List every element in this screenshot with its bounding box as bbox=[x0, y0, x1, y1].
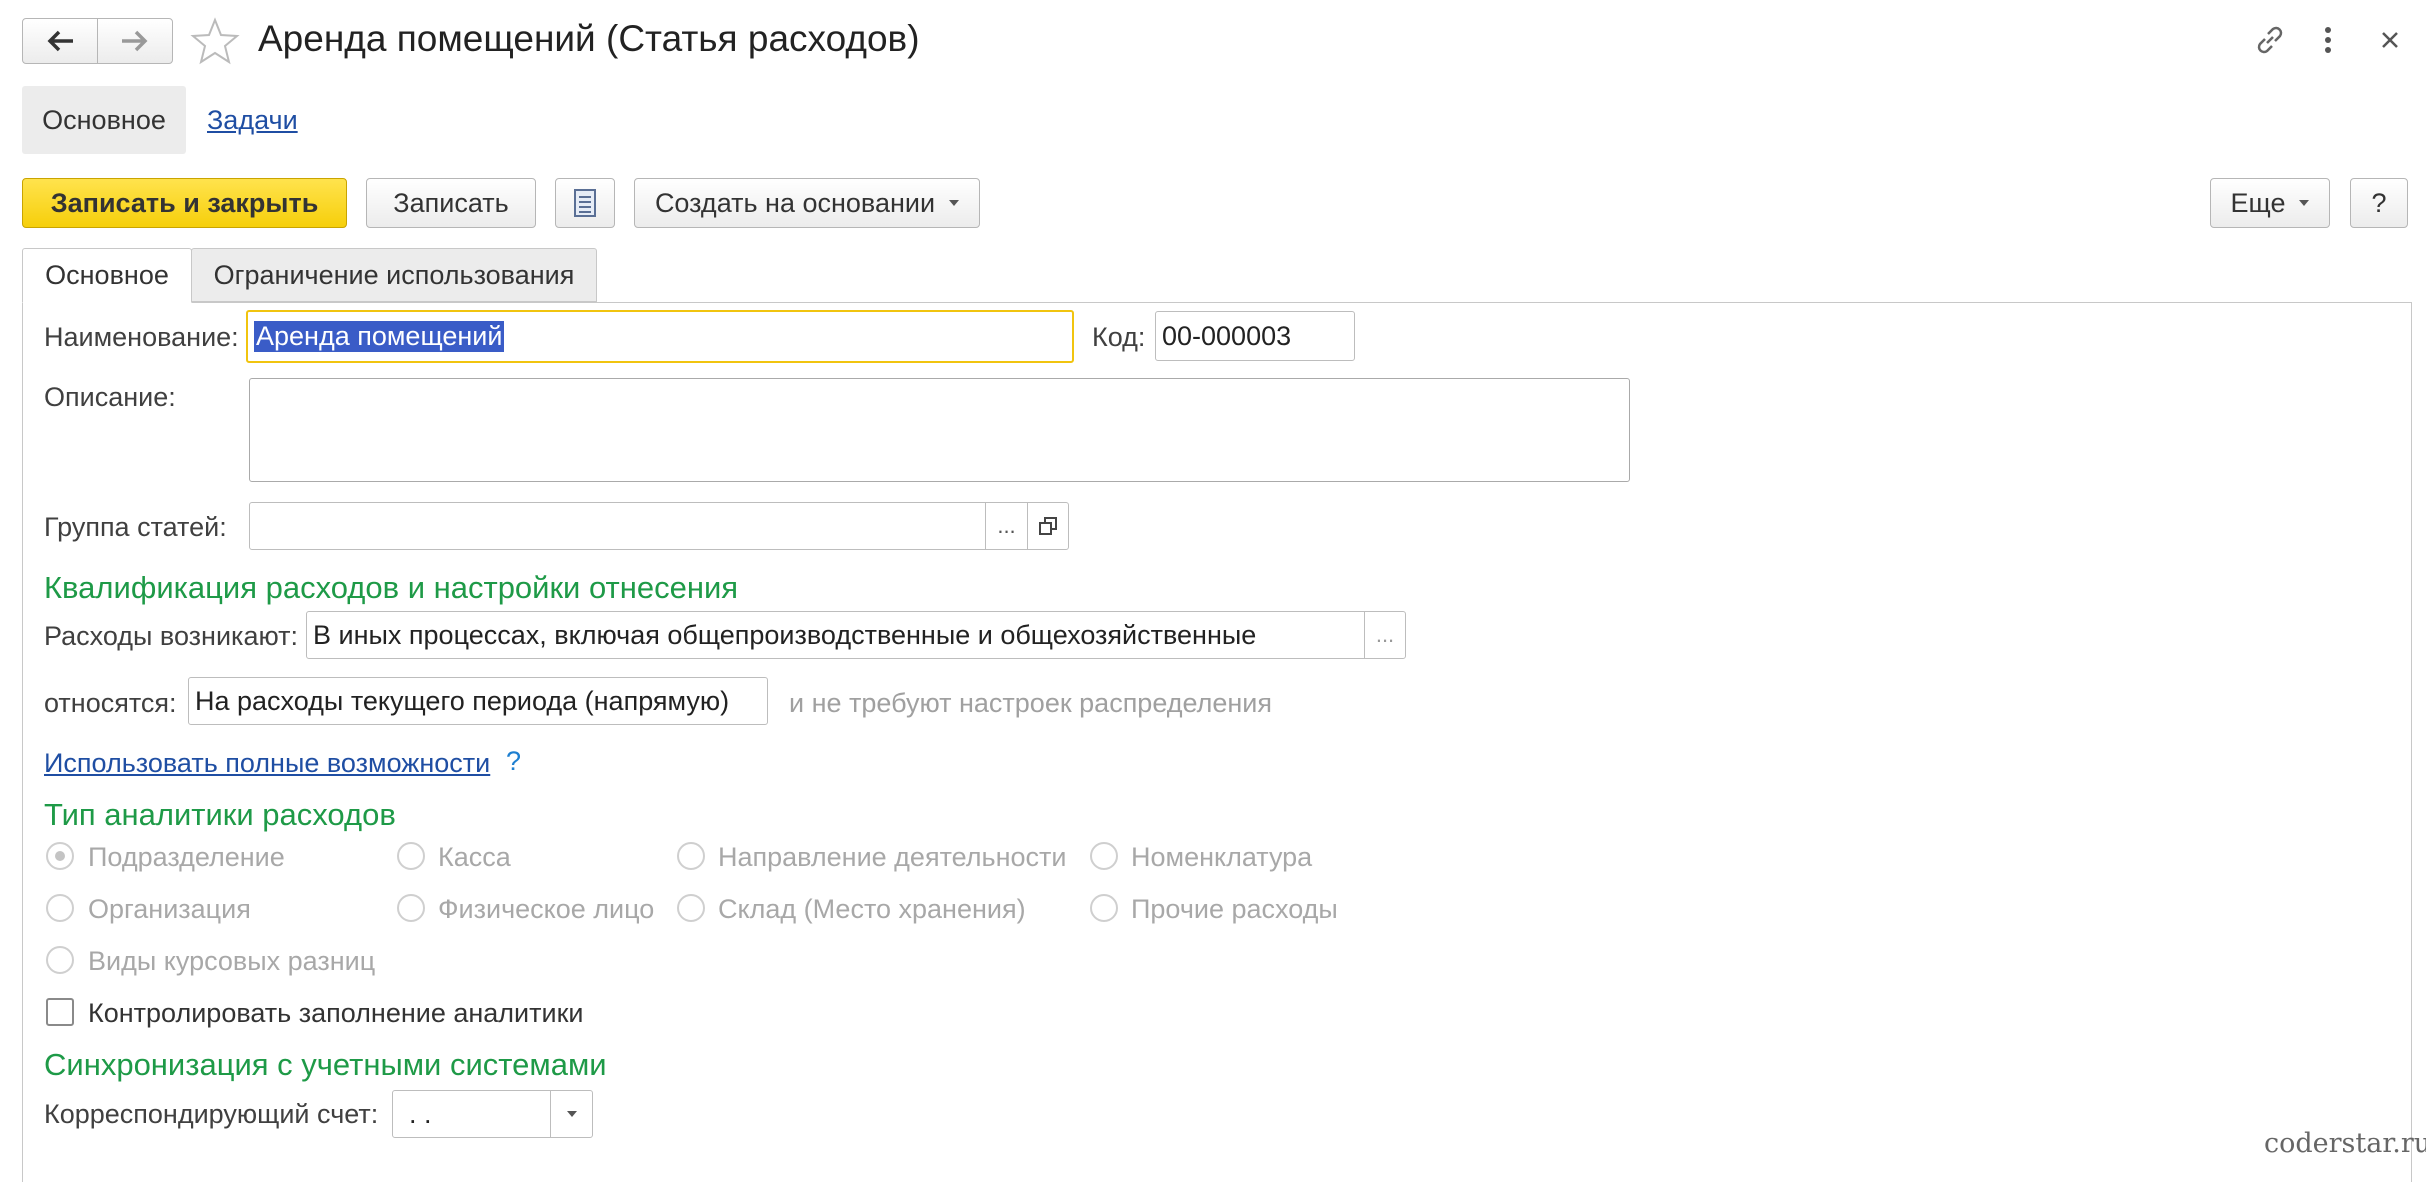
radio-cashbox[interactable] bbox=[397, 842, 425, 870]
description-textarea[interactable] bbox=[249, 378, 1630, 482]
radio-cashbox-label: Касса bbox=[438, 842, 511, 872]
document-list-button[interactable] bbox=[555, 178, 615, 228]
tab-restriction[interactable]: Ограничение использования bbox=[191, 248, 597, 302]
group-label: Группа статей: bbox=[44, 512, 227, 542]
name-value: Аренда помещений bbox=[254, 321, 505, 352]
nav-tab-main[interactable]: Основное bbox=[22, 86, 186, 154]
more-vertical-icon bbox=[2325, 27, 2331, 53]
close-icon bbox=[2382, 32, 2398, 48]
star-icon bbox=[190, 17, 240, 65]
save-and-close-button[interactable]: Записать и закрыть bbox=[22, 178, 347, 228]
radio-organization-label: Организация bbox=[88, 894, 251, 924]
create-based-on-button[interactable]: Создать на основании bbox=[634, 178, 980, 228]
radio-exchange-differences[interactable] bbox=[46, 946, 74, 974]
arise-select-button[interactable]: ... bbox=[1364, 612, 1405, 658]
code-label: Код: bbox=[1092, 322, 1146, 352]
favorite-star-button[interactable] bbox=[190, 16, 240, 66]
link-button[interactable] bbox=[2250, 20, 2290, 60]
radio-exchange-differences-label: Виды курсовых разниц bbox=[88, 946, 376, 976]
radio-department[interactable] bbox=[46, 842, 74, 870]
nav-tab-tasks[interactable]: Задачи bbox=[207, 105, 298, 136]
relate-note: и не требуют настроек распределения bbox=[789, 688, 1273, 718]
document-icon bbox=[574, 189, 596, 217]
close-button[interactable] bbox=[2372, 22, 2408, 58]
more-actions-button[interactable]: Еще bbox=[2210, 178, 2330, 228]
create-based-on-label: Создать на основании bbox=[654, 187, 936, 218]
help-button[interactable]: ? bbox=[2350, 178, 2408, 228]
group-input[interactable] bbox=[249, 502, 1069, 550]
radio-warehouse[interactable] bbox=[677, 894, 705, 922]
radio-organization[interactable] bbox=[46, 894, 74, 922]
radio-individual-label: Физическое лицо bbox=[438, 894, 655, 924]
radio-activity-direction[interactable] bbox=[677, 842, 705, 870]
radio-activity-direction-label: Направление деятельности bbox=[718, 842, 1067, 872]
link-icon bbox=[2257, 26, 2283, 54]
section-qualification-title: Квалификация расходов и настройки отнесе… bbox=[44, 570, 739, 605]
radio-department-label: Подразделение bbox=[88, 842, 285, 872]
section-sync-title: Синхронизация с учетными системами bbox=[44, 1047, 607, 1082]
back-button[interactable] bbox=[22, 18, 98, 64]
arrow-left-icon bbox=[47, 30, 73, 52]
arise-label: Расходы возникают: bbox=[44, 621, 298, 651]
radio-other-expenses[interactable] bbox=[1090, 894, 1118, 922]
control-analytics-checkbox[interactable] bbox=[46, 998, 74, 1026]
chevron-down-icon bbox=[949, 200, 960, 206]
radio-nomenclature-label: Номенклатура bbox=[1131, 842, 1313, 872]
relate-label: относятся: bbox=[44, 688, 177, 718]
radio-other-expenses-label: Прочие расходы bbox=[1131, 894, 1338, 924]
watermark: coderstar.ru bbox=[2264, 1128, 2426, 1159]
name-input[interactable]: Аренда помещений bbox=[246, 310, 1074, 363]
arrow-right-icon bbox=[122, 30, 148, 52]
more-actions-label: Еще bbox=[2230, 187, 2286, 218]
relate-input[interactable]: На расходы текущего периода (напрямую) bbox=[188, 677, 768, 725]
code-input[interactable]: 00-000003 bbox=[1155, 311, 1355, 361]
forward-button[interactable] bbox=[97, 18, 173, 64]
arise-input[interactable]: В иных процессах, включая общепроизводст… bbox=[306, 611, 1406, 659]
group-open-button[interactable] bbox=[1027, 503, 1068, 549]
radio-individual[interactable] bbox=[397, 894, 425, 922]
chevron-down-icon bbox=[566, 1111, 577, 1117]
account-label: Корреспондирующий счет: bbox=[44, 1099, 379, 1129]
section-analytics-title: Тип аналитики расходов bbox=[44, 797, 396, 832]
tab-main[interactable]: Основное bbox=[22, 248, 192, 303]
more-menu-button[interactable] bbox=[2316, 20, 2340, 60]
group-select-button[interactable]: ... bbox=[985, 503, 1027, 549]
account-dropdown-button[interactable] bbox=[550, 1091, 592, 1137]
description-label: Описание: bbox=[44, 382, 176, 412]
open-window-icon bbox=[1039, 517, 1057, 535]
control-analytics-label: Контролировать заполнение аналитики bbox=[88, 998, 584, 1028]
window-title: Аренда помещений (Статья расходов) bbox=[258, 18, 920, 59]
name-label: Наименование: bbox=[44, 322, 239, 352]
radio-warehouse-label: Склад (Место хранения) bbox=[718, 894, 1026, 924]
chevron-down-icon bbox=[2299, 200, 2310, 206]
full-capabilities-help[interactable]: ? bbox=[506, 746, 521, 777]
radio-nomenclature[interactable] bbox=[1090, 842, 1118, 870]
save-button[interactable]: Записать bbox=[366, 178, 536, 228]
full-capabilities-link[interactable]: Использовать полные возможности bbox=[44, 748, 490, 779]
